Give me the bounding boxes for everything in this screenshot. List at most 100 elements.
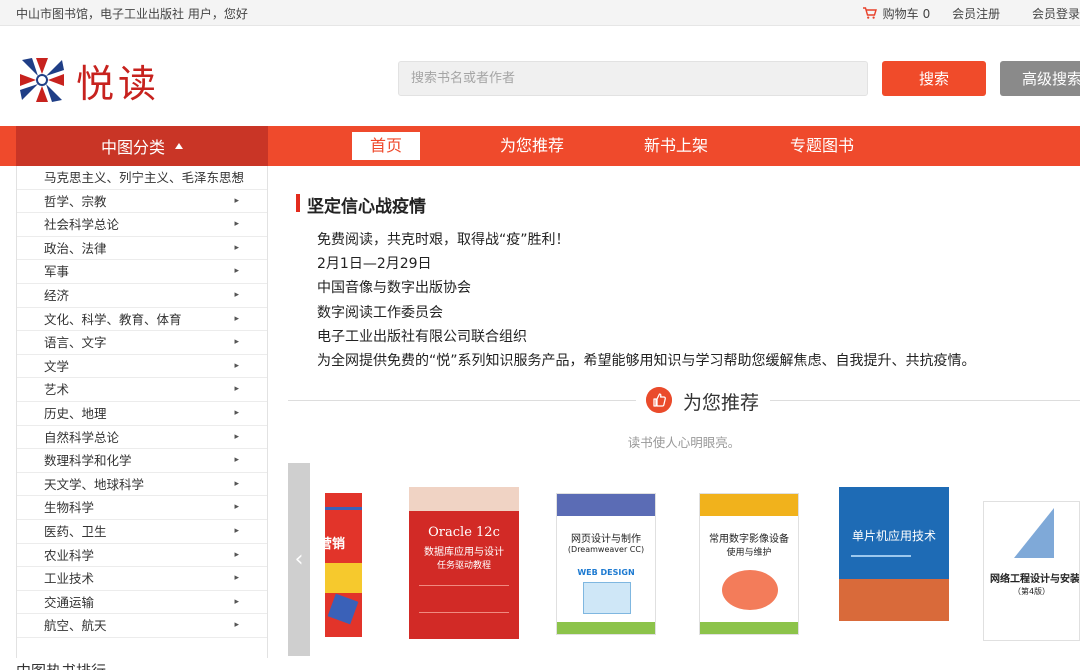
category-item[interactable]: 自然科学总论 ▸ bbox=[17, 426, 267, 450]
chevron-right-icon: ▸ bbox=[234, 242, 239, 253]
cart-link[interactable]: 购物车 bbox=[883, 7, 919, 21]
cover-graphic bbox=[325, 563, 362, 593]
category-item[interactable]: 历史、地理 ▸ bbox=[17, 402, 267, 426]
nav-item-new-books[interactable]: 新书上架 bbox=[634, 132, 718, 160]
chevron-right-icon: ▸ bbox=[234, 384, 239, 395]
book-title: 网页设计与制作 bbox=[571, 534, 641, 545]
cover-graphic bbox=[839, 579, 949, 621]
notice-line: 中国音像与数字出版协会 bbox=[317, 280, 471, 297]
chevron-right-icon: ▸ bbox=[234, 360, 239, 371]
category-item[interactable]: 医药、卫生 ▸ bbox=[17, 520, 267, 544]
book-title: 网络工程设计与安装 bbox=[990, 574, 1080, 585]
chevron-right-icon: ▸ bbox=[234, 525, 239, 536]
book-subtitle: 使用与维护 bbox=[726, 548, 772, 558]
divider bbox=[770, 400, 1080, 401]
cover-graphic bbox=[583, 582, 631, 614]
notice-line: 数字阅读工作委员会 bbox=[317, 304, 443, 321]
chevron-right-icon: ▸ bbox=[234, 289, 239, 300]
chevron-right-icon: ▸ bbox=[234, 337, 239, 348]
notice-body: 免费阅读，共克时艰，取得战“疫”胜利！ 2月1日—2月29日 中国音像与数字出版… bbox=[317, 228, 976, 373]
category-item-label: 艺术 bbox=[44, 382, 70, 398]
chevron-right-icon: ▸ bbox=[234, 502, 239, 513]
nav-item-home[interactable]: 首页 bbox=[352, 132, 420, 160]
book-cover[interactable]: 网页设计与制作 (Dreamweaver CC) WEB DESIGN bbox=[556, 493, 656, 635]
category-item[interactable]: 文化、科学、教育、体育 ▸ bbox=[17, 308, 267, 332]
chevron-right-icon: ▸ bbox=[234, 313, 239, 324]
chevron-right-icon: ▸ bbox=[234, 266, 239, 277]
book-cover[interactable]: 网络工程设计与安装 （第4版） bbox=[983, 501, 1080, 641]
category-dropdown[interactable]: 中图分类 bbox=[16, 126, 268, 166]
category-item[interactable]: 马克思主义、列宁主义、毛泽东思想 ▸ bbox=[17, 166, 267, 190]
book-subtitle: (Dreamweaver CC) bbox=[567, 545, 645, 554]
member-login-link[interactable]: 会员登录 bbox=[1032, 7, 1080, 21]
category-item-label: 医药、卫生 bbox=[44, 523, 107, 539]
category-item-label: 文化、科学、教育、体育 bbox=[44, 311, 182, 327]
category-item[interactable]: 农业科学 ▸ bbox=[17, 544, 267, 568]
advanced-search-button[interactable]: 高级搜索 bbox=[1000, 61, 1080, 96]
category-item[interactable]: 经济 ▸ bbox=[17, 284, 267, 308]
chevron-left-icon: ‹ bbox=[294, 547, 304, 572]
category-item-label: 航空、航天 bbox=[44, 618, 107, 634]
category-item-label: 自然科学总论 bbox=[44, 429, 120, 445]
category-item-label: 生物科学 bbox=[44, 500, 95, 516]
category-item[interactable]: 社会科学总论 ▸ bbox=[17, 213, 267, 237]
cover-band bbox=[700, 494, 798, 516]
book-cover[interactable]: 常用数字影像设备 使用与维护 bbox=[699, 493, 799, 635]
cover-band bbox=[557, 622, 655, 634]
book-carousel: ‹ 营销 Oracle 12c 数据库应用与设计 任务驱动教程 网页设计与制作 … bbox=[288, 463, 1080, 656]
book-title: 常用数字影像设备 bbox=[709, 534, 789, 545]
category-item[interactable]: 天文学、地球科学 ▸ bbox=[17, 473, 267, 497]
category-item-label: 社会科学总论 bbox=[44, 217, 120, 233]
recommend-heading: 为您推荐 bbox=[288, 384, 1080, 416]
chevron-right-icon: ▸ bbox=[234, 573, 239, 584]
nav-item-topics[interactable]: 专题图书 bbox=[780, 132, 864, 160]
category-item-label: 天文学、地球科学 bbox=[44, 476, 145, 492]
category-item[interactable]: 语言、文字 ▸ bbox=[17, 331, 267, 355]
category-list: 马克思主义、列宁主义、毛泽东思想 ▸ 哲学、宗教 ▸ 社会科学总论 ▸ 政治、法律 ▸ 军事 ▸ 经… bbox=[16, 166, 268, 658]
category-item-label: 工业技术 bbox=[44, 571, 95, 587]
chevron-right-icon: ▸ bbox=[234, 407, 239, 418]
thumbs-up-icon bbox=[646, 387, 672, 413]
cover-band bbox=[700, 622, 798, 634]
category-item[interactable]: 工业技术 ▸ bbox=[17, 567, 267, 591]
site-logo[interactable]: 悦读 bbox=[16, 52, 160, 108]
register-link[interactable]: 会员注册 bbox=[952, 7, 1000, 21]
cover-band bbox=[839, 621, 949, 637]
category-item[interactable]: 哲学、宗教 ▸ bbox=[17, 190, 267, 214]
category-item[interactable]: 交通运输 ▸ bbox=[17, 591, 267, 615]
book-title: Oracle 12c bbox=[428, 525, 500, 540]
category-item[interactable]: 数理科学和化学 ▸ bbox=[17, 449, 267, 473]
cover-rule bbox=[851, 555, 911, 557]
chevron-right-icon: ▸ bbox=[234, 620, 239, 631]
cover-graphic bbox=[327, 593, 359, 625]
category-item[interactable]: 生物科学 ▸ bbox=[17, 496, 267, 520]
cover-pattern bbox=[409, 487, 519, 511]
search-input[interactable] bbox=[398, 61, 868, 96]
category-item[interactable]: 艺术 ▸ bbox=[17, 378, 267, 402]
category-item-label: 文学 bbox=[44, 358, 70, 374]
nav-item-recommend[interactable]: 为您推荐 bbox=[490, 132, 574, 160]
category-item[interactable]: 军事 ▸ bbox=[17, 260, 267, 284]
category-item-label: 数理科学和化学 bbox=[44, 453, 132, 469]
cover-stripe bbox=[325, 507, 362, 510]
top-bar: 中山市图书馆，电子工业出版社 用户，您好 购物车 0 会员注册 会员登录 bbox=[0, 0, 1080, 26]
notice-line: 电子工业出版社有限公司联合组织 bbox=[317, 328, 527, 345]
book-cover[interactable]: 单片机应用技术 bbox=[839, 487, 949, 637]
shopping-cart-icon[interactable] bbox=[862, 7, 877, 19]
main-nav: 中图分类 首页 为您推荐 新书上架 专题图书 bbox=[0, 126, 1080, 166]
category-item-label: 经济 bbox=[44, 287, 70, 303]
notice-line: 为全网提供免费的“悦”系列知识服务产品，希望能够用知识与学习帮助您缓解焦虑、自我… bbox=[317, 352, 976, 369]
book-title: 单片机应用技术 bbox=[851, 529, 936, 543]
search-button[interactable]: 搜索 bbox=[882, 61, 986, 96]
notice-line: 免费阅读，共克时艰，取得战“疫”胜利！ bbox=[317, 232, 570, 248]
category-item[interactable]: 文学 ▸ bbox=[17, 355, 267, 379]
carousel-prev-button[interactable]: ‹ bbox=[288, 463, 310, 656]
book-cover[interactable]: 营销 bbox=[325, 493, 362, 637]
cart-count: 0 bbox=[922, 7, 931, 21]
hot-books-ranking-heading: 中图热书排行 bbox=[16, 660, 106, 670]
book-cover[interactable]: Oracle 12c 数据库应用与设计 任务驱动教程 bbox=[409, 487, 519, 639]
category-item[interactable]: 航空、航天 ▸ bbox=[17, 614, 267, 638]
cover-graphic bbox=[722, 570, 778, 610]
chevron-right-icon: ▸ bbox=[234, 478, 239, 489]
category-item[interactable]: 政治、法律 ▸ bbox=[17, 237, 267, 261]
